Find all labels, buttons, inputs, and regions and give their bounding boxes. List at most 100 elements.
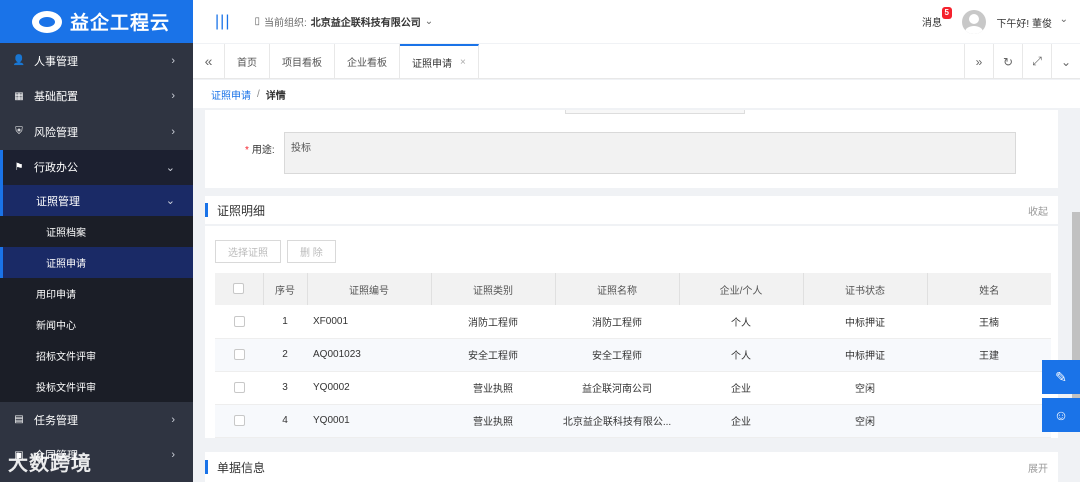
sidebar-item-label: 新闻中心 bbox=[36, 321, 76, 332]
chevron-right-icon: › bbox=[171, 413, 175, 426]
list-icon: ▤ bbox=[14, 414, 24, 426]
cell-code: XF0001 bbox=[307, 305, 431, 339]
expand-toggle[interactable]: 展开 bbox=[1028, 460, 1048, 475]
sidebar-item-risk[interactable]: ⛨ 风险管理 › bbox=[0, 114, 193, 150]
contact-user-icon[interactable]: ☺ bbox=[1042, 398, 1080, 432]
edit-note-icon[interactable]: ✎ bbox=[1042, 360, 1080, 394]
cell-type: 营业执照 bbox=[431, 404, 555, 438]
chevron-down-icon[interactable]: ⌄ bbox=[1060, 14, 1068, 25]
top-header: ||| ▯ 当前组织: 北京益企联科技有限公司 ⌄ 消息 5 下午好! 董俊 ⌄ bbox=[193, 0, 1080, 43]
row-checkbox[interactable] bbox=[233, 348, 245, 360]
tab-license-apply[interactable]: 证照申请 × bbox=[400, 43, 479, 79]
scroll-left-icon[interactable]: « bbox=[193, 43, 225, 79]
sidebar-item-label: 行政办公 bbox=[34, 162, 78, 175]
tab-company-board[interactable]: 企业看板 bbox=[335, 43, 400, 79]
sidebar-item-label: 招标文件评审 bbox=[36, 352, 96, 363]
select-all-checkbox[interactable] bbox=[233, 283, 245, 295]
section-title: 证照明细 bbox=[217, 203, 266, 218]
breadcrumb-current: 详情 bbox=[265, 90, 286, 102]
cell-code: YQ0001 bbox=[307, 404, 431, 438]
table-header-row: 序号 证照编号 证照类别 证照名称 企业/个人 证书状态 姓名 bbox=[215, 273, 1051, 305]
org-name: 北京益企联科技有限公司 bbox=[310, 18, 421, 29]
chevron-down-icon[interactable]: ⌄ bbox=[1051, 44, 1080, 79]
fullscreen-icon[interactable]: ⤢ bbox=[1022, 44, 1051, 79]
use-textarea[interactable]: 投标 bbox=[284, 132, 1016, 174]
main-content: * 用途: 投标 证照明细 收起 选择证照 删 除 序号 证照编号 证照类别 证照… bbox=[205, 110, 1058, 482]
scroll-right-icon[interactable]: » bbox=[964, 44, 993, 79]
tab-project-board[interactable]: 项目看板 bbox=[270, 43, 335, 79]
cell-status: 中标押证 bbox=[803, 338, 927, 372]
sidebar-item-license-apply[interactable]: 证照申请 bbox=[0, 247, 193, 278]
chevron-right-icon: › bbox=[171, 90, 175, 103]
cell-name: 北京益企联科技有限公... bbox=[555, 404, 679, 438]
row-checkbox[interactable] bbox=[233, 414, 245, 426]
sidebar-subgroup-label: 证照管理 bbox=[36, 195, 80, 208]
field-edge bbox=[565, 110, 745, 114]
table-row[interactable]: 4 YQ0001 营业执照 北京益企联科技有限公... 企业 空闲 bbox=[215, 404, 1051, 438]
messages-label: 消息 bbox=[922, 18, 942, 29]
sidebar-item-hr[interactable]: 👤 人事管理 › bbox=[0, 43, 193, 79]
messages-button[interactable]: 消息 5 bbox=[922, 7, 952, 29]
tab-label: 项目看板 bbox=[282, 57, 322, 69]
table-row[interactable]: 1 XF0001 消防工程师 消防工程师 个人 中标押证 王楠 bbox=[215, 305, 1051, 339]
breadcrumb: 证照申请 / 详情 bbox=[193, 80, 1080, 108]
user-greeting[interactable]: 下午好! 董俊 bbox=[996, 15, 1052, 30]
close-icon[interactable]: × bbox=[460, 57, 466, 68]
sidebar-item-tender-review[interactable]: 招标文件评审 bbox=[0, 340, 193, 371]
cell-status: 空闲 bbox=[803, 404, 927, 438]
refresh-icon[interactable]: ↻ bbox=[993, 44, 1022, 79]
required-mark: * bbox=[245, 145, 249, 156]
tab-label: 首页 bbox=[237, 57, 257, 69]
sidebar-item-seal-apply[interactable]: 用印申请 bbox=[0, 278, 193, 309]
avatar[interactable] bbox=[962, 10, 986, 34]
tab-label: 证照申请 bbox=[412, 58, 452, 70]
row-select-cell bbox=[215, 404, 263, 438]
cell-code: AQ001023 bbox=[307, 338, 431, 372]
table-row[interactable]: 3 YQ0002 营业执照 益企联河南公司 企业 空闲 bbox=[215, 371, 1051, 405]
row-checkbox[interactable] bbox=[233, 381, 245, 393]
sidebar-item-label: 任务管理 bbox=[34, 414, 78, 427]
sidebar-item-admin[interactable]: ⚑ 行政办公 ⌄ bbox=[0, 149, 193, 185]
user-icon: 👤 bbox=[12, 55, 26, 67]
use-form-card: * 用途: 投标 bbox=[205, 110, 1058, 188]
sidebar-item-bid-review[interactable]: 投标文件评审 bbox=[0, 371, 193, 402]
select-all-cell bbox=[215, 273, 264, 305]
cell-person bbox=[927, 371, 1051, 405]
cell-code: YQ0002 bbox=[307, 371, 431, 405]
cloud-logo-icon bbox=[32, 10, 62, 33]
sidebar-item-config[interactable]: ▦ 基础配置 › bbox=[0, 79, 193, 115]
breadcrumb-separator: / bbox=[257, 88, 260, 100]
delete-button[interactable]: 删 除 bbox=[287, 240, 336, 263]
sidebar-item-tasks[interactable]: ▤ 任务管理 › bbox=[0, 402, 193, 438]
sidebar: 益企工程云 👤 人事管理 › ▦ 基础配置 › ⛨ 风险管理 › ⚑ 行政办公 … bbox=[0, 0, 193, 482]
table-row[interactable]: 2 AQ001023 安全工程师 安全工程师 个人 中标押证 王建 bbox=[215, 338, 1051, 372]
detail-card: 选择证照 删 除 序号 证照编号 证照类别 证照名称 企业/个人 证书状态 姓名 bbox=[205, 226, 1058, 438]
app-logo[interactable]: 益企工程云 bbox=[0, 0, 193, 43]
document-icon: ▯ bbox=[254, 16, 260, 27]
table-toolbar: 选择证照 删 除 bbox=[215, 240, 336, 263]
messages-badge: 5 bbox=[941, 7, 952, 19]
sidebar-item-license-archive[interactable]: 证照档案 bbox=[0, 216, 193, 247]
section-title: 单据信息 bbox=[217, 460, 266, 475]
chevron-right-icon: › bbox=[171, 125, 175, 138]
sidebar-item-news[interactable]: 新闻中心 bbox=[0, 309, 193, 340]
cell-owner: 企业 bbox=[679, 404, 803, 438]
select-license-button[interactable]: 选择证照 bbox=[215, 240, 281, 263]
sidebar-subgroup-license[interactable]: 证照管理 ⌄ bbox=[0, 185, 193, 216]
breadcrumb-parent[interactable]: 证照申请 bbox=[211, 87, 251, 102]
column-header: 证书状态 bbox=[803, 273, 928, 305]
menu-toggle-icon[interactable]: ||| bbox=[215, 13, 230, 31]
org-switcher[interactable]: ▯ 当前组织: 北京益企联科技有限公司 ⌄ bbox=[254, 14, 433, 29]
watermark: 大数跨境 bbox=[8, 453, 92, 475]
row-checkbox[interactable] bbox=[233, 315, 245, 327]
tab-home[interactable]: 首页 bbox=[225, 43, 270, 79]
section-accent-bar bbox=[205, 203, 208, 217]
cell-no: 3 bbox=[263, 371, 307, 405]
sidebar-item-label: 用印申请 bbox=[36, 290, 76, 301]
column-header: 证照编号 bbox=[307, 273, 432, 305]
cell-no: 2 bbox=[263, 338, 307, 372]
collapse-toggle[interactable]: 收起 bbox=[1028, 203, 1048, 218]
cell-person bbox=[927, 404, 1051, 438]
chevron-down-icon: ⌄ bbox=[165, 161, 175, 174]
cell-type: 消防工程师 bbox=[431, 305, 555, 339]
